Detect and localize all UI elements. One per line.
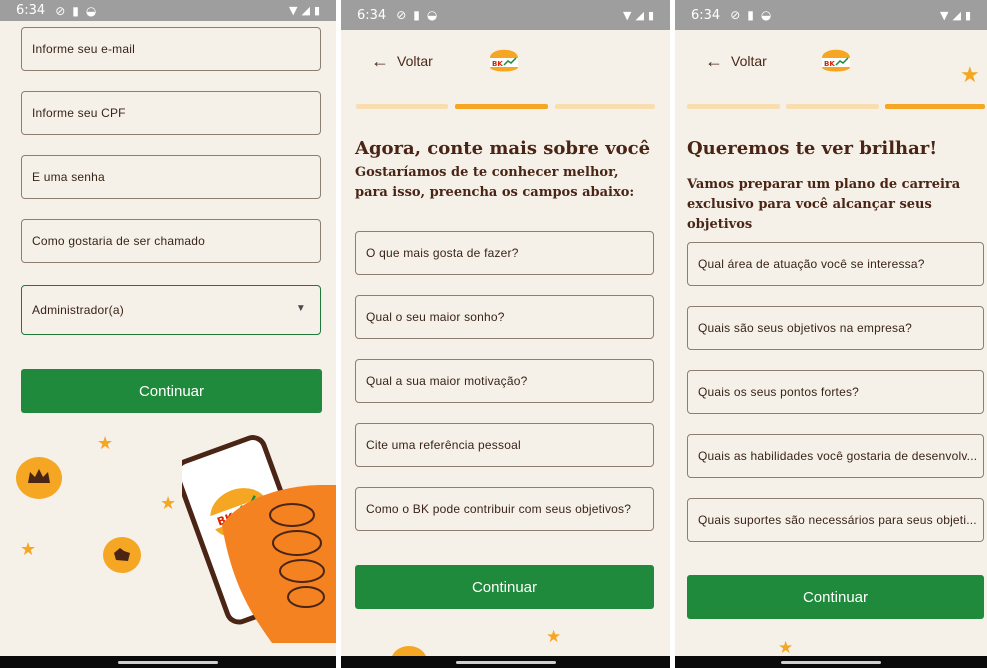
- status-time: 6:34: [357, 7, 387, 23]
- sync-icon: ◒: [85, 3, 97, 18]
- biggest-dream-field[interactable]: Qual o seu maior sonho?: [355, 295, 654, 339]
- wifi-icon: ▼: [940, 8, 949, 22]
- page-subtitle: Gostaríamos de te conhecer melhor, para …: [355, 165, 635, 200]
- area-interest-field[interactable]: Qual área de atuação você se interessa?: [687, 242, 984, 286]
- personal-reference-placeholder: Cite uma referência pessoal: [366, 438, 521, 452]
- battery-icon: ▮: [313, 4, 320, 17]
- support-placeholder: Quais suportes são necessários para seus…: [698, 513, 977, 527]
- star-icon: ★: [20, 539, 37, 559]
- motivation-placeholder: Qual a sua maior motivação?: [366, 374, 528, 388]
- system-nav-bar: [341, 656, 670, 668]
- role-select-value: Administrador(a): [32, 303, 124, 317]
- page-subtitle: Vamos preparar um plano de carreira excl…: [687, 177, 961, 232]
- battery-icon: ▮: [964, 8, 971, 22]
- home-gesture-bar[interactable]: [118, 660, 218, 664]
- favorite-activity-field[interactable]: O que mais gosta de fazer?: [355, 231, 654, 275]
- no-disturb-icon: ⊘: [396, 8, 407, 22]
- screen-signup: 6:34 ⊘ ▮ ◒ ▼ ◢ ▮ Informe seu e-mail Info…: [0, 0, 336, 668]
- star-icon: ★: [97, 433, 114, 453]
- progress-step-3: [555, 104, 655, 109]
- signal-icon: ◢: [635, 8, 644, 22]
- wifi-icon: ▼: [289, 4, 298, 17]
- signal-icon: ◢: [301, 4, 310, 17]
- system-nav-bar: [0, 656, 336, 668]
- bk-contribution-field[interactable]: Como o BK pode contribuir com seus objet…: [355, 487, 654, 531]
- page-title: Agora, conte mais sobre você: [355, 138, 651, 159]
- progress-step-3: [885, 104, 985, 109]
- company-goals-placeholder: Quais são seus objetivos na empresa?: [698, 321, 912, 335]
- status-time: 6:34: [691, 7, 721, 23]
- role-select[interactable]: Administrador(a) ▼: [21, 285, 321, 335]
- support-needed-field[interactable]: Quais suportes são necessários para seus…: [687, 498, 984, 542]
- sd-card-icon: ▮: [413, 8, 420, 22]
- no-disturb-icon: ⊘: [55, 3, 66, 18]
- no-disturb-icon: ⊘: [730, 8, 741, 22]
- progress-step-2: [786, 104, 879, 109]
- star-icon: ★: [546, 627, 562, 646]
- signal-icon: ◢: [952, 8, 961, 22]
- nickname-placeholder: Como gostaria de ser chamado: [32, 234, 206, 248]
- home-gesture-bar[interactable]: [781, 660, 881, 664]
- back-label: Voltar: [397, 53, 433, 69]
- sync-icon: ◒: [760, 8, 772, 22]
- svg-text:BK: BK: [492, 60, 503, 68]
- status-bar: 6:34 ⊘ ▮ ◒ ▼ ◢ ▮: [341, 0, 670, 30]
- strengths-placeholder: Quais os seus pontos fortes?: [698, 385, 860, 399]
- chevron-down-icon: ▼: [295, 303, 306, 314]
- status-time: 6:34: [16, 3, 46, 18]
- star-icon: ★: [778, 638, 794, 657]
- password-placeholder: E uma senha: [32, 170, 105, 184]
- biggest-dream-placeholder: Qual o seu maior sonho?: [366, 310, 505, 324]
- wifi-icon: ▼: [623, 8, 632, 22]
- email-field[interactable]: Informe seu e-mail: [21, 27, 321, 71]
- home-gesture-bar[interactable]: [455, 660, 556, 664]
- back-label: Voltar: [731, 53, 767, 69]
- bk-future-logo: BK: [490, 49, 518, 72]
- system-nav-bar: [675, 656, 987, 668]
- skills-to-develop-field[interactable]: Quais as habilidades você gostaria de de…: [687, 434, 984, 478]
- personal-reference-field[interactable]: Cite uma referência pessoal: [355, 423, 654, 467]
- sd-card-icon: ▮: [747, 8, 754, 22]
- progress-step-1: [687, 104, 780, 109]
- back-button[interactable]: ← Voltar: [705, 52, 767, 70]
- status-bar: 6:34 ⊘ ▮ ◒ ▼ ◢ ▮: [0, 0, 336, 21]
- arrow-left-icon: ←: [705, 51, 723, 71]
- continue-button[interactable]: Continuar: [21, 369, 322, 413]
- password-field[interactable]: E uma senha: [21, 155, 321, 199]
- cpf-placeholder: Informe seu CPF: [32, 106, 126, 120]
- star-icon: ★: [960, 62, 980, 87]
- crown-coin-icon: [16, 457, 62, 499]
- skills-placeholder: Quais as habilidades você gostaria de de…: [698, 449, 978, 463]
- screen-about-you: 6:34 ⊘ ▮ ◒ ▼ ◢ ▮ ← Voltar BK Agora, cont…: [341, 0, 670, 668]
- arrow-left-icon: ←: [371, 51, 389, 71]
- phone-illustration: BK: [182, 435, 336, 643]
- strengths-field[interactable]: Quais os seus pontos fortes?: [687, 370, 984, 414]
- area-interest-placeholder: Qual área de atuação você se interessa?: [698, 257, 925, 271]
- star-icon: ★: [160, 493, 177, 513]
- bk-future-logo: BK: [822, 49, 850, 72]
- sync-icon: ◒: [426, 8, 438, 22]
- battery-icon: ▮: [647, 8, 654, 22]
- svg-text:BK: BK: [824, 60, 835, 68]
- page-title: Queremos te ver brilhar!: [687, 138, 938, 159]
- cpf-field[interactable]: Informe seu CPF: [21, 91, 321, 135]
- company-goals-field[interactable]: Quais são seus objetivos na empresa?: [687, 306, 984, 350]
- email-placeholder: Informe seu e-mail: [32, 42, 135, 56]
- sd-card-icon: ▮: [72, 3, 79, 18]
- favorite-activity-placeholder: O que mais gosta de fazer?: [366, 246, 519, 260]
- bk-contribution-placeholder: Como o BK pode contribuir com seus objet…: [366, 502, 632, 516]
- continue-button[interactable]: Continuar: [355, 565, 654, 609]
- hand-coin-icon: [103, 537, 141, 573]
- progress-step-2: [455, 104, 548, 109]
- back-button[interactable]: ← Voltar: [371, 52, 433, 70]
- motivation-field[interactable]: Qual a sua maior motivação?: [355, 359, 654, 403]
- progress-step-1: [356, 104, 448, 109]
- screen-career-plan: 6:34 ⊘ ▮ ◒ ▼ ◢ ▮ ← Voltar BK ★ Queremos …: [675, 0, 987, 668]
- nickname-field[interactable]: Como gostaria de ser chamado: [21, 219, 321, 263]
- continue-button[interactable]: Continuar: [687, 575, 984, 619]
- status-bar: 6:34 ⊘ ▮ ◒ ▼ ◢ ▮: [675, 0, 987, 30]
